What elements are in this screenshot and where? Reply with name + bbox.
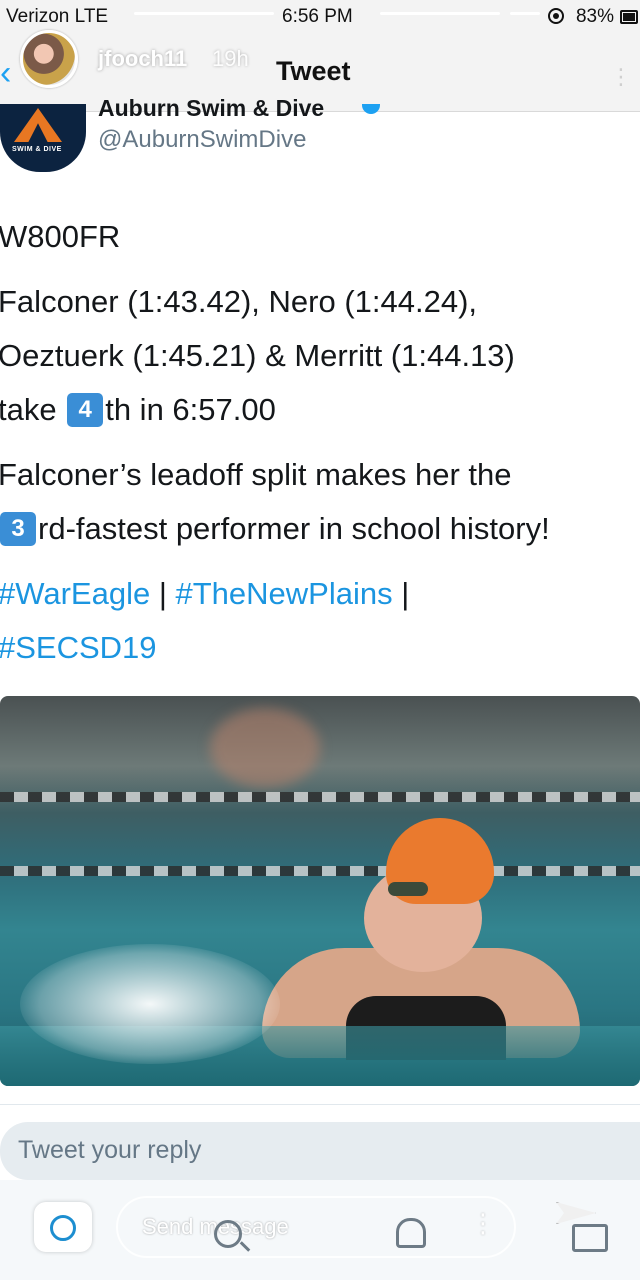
verified-badge-icon bbox=[362, 104, 380, 114]
back-chevron-icon[interactable]: ‹ bbox=[0, 54, 11, 93]
divider bbox=[0, 1104, 640, 1105]
lane-rope bbox=[0, 866, 640, 876]
more-icon[interactable]: ⋮ bbox=[610, 64, 632, 90]
reply-placeholder: Tweet your reply bbox=[18, 1136, 202, 1164]
keycap-three-icon: 3 bbox=[0, 512, 36, 546]
carrier-label: Verizon LTE bbox=[6, 6, 109, 27]
story-age: 19h bbox=[212, 46, 249, 71]
reply-input[interactable]: Tweet your reply bbox=[0, 1122, 640, 1180]
story-username[interactable]: jfooch11 bbox=[98, 46, 187, 72]
send-message-input[interactable]: Send message bbox=[116, 1196, 516, 1258]
story-progress-bar bbox=[380, 12, 500, 15]
status-time: 6:56 PM bbox=[282, 6, 353, 27]
goggles bbox=[388, 882, 428, 896]
more-options-icon[interactable]: ⋮ bbox=[470, 1208, 496, 1239]
logo-text: SWIM & DIVE bbox=[12, 146, 62, 153]
hashtag-line: #WarEagle | #TheNewPlains | #SECSD19 bbox=[0, 576, 410, 665]
water-splash bbox=[20, 944, 280, 1064]
author-name[interactable]: Auburn Swim & Dive bbox=[98, 98, 324, 118]
author-handle[interactable]: @AuburnSwimDive bbox=[98, 126, 306, 154]
tweet-line: Falconer (1:43.42), Nero (1:44.24), Oeztu… bbox=[0, 284, 515, 427]
tweet-line: Falconer’s leadoff split makes her the 3 r… bbox=[0, 457, 550, 546]
envelope-icon[interactable] bbox=[572, 1224, 608, 1252]
story-avatar[interactable] bbox=[20, 30, 78, 88]
tweet-text: W800FR Falconer (1:43.42), Nero (1:44.24… bbox=[0, 210, 638, 686]
battery-icon bbox=[620, 10, 638, 24]
tweet-line: W800FR bbox=[0, 219, 121, 254]
background-swimmer bbox=[210, 708, 320, 788]
auburn-logo-icon bbox=[14, 108, 62, 142]
hashtag-link[interactable]: #SECSD19 bbox=[0, 630, 157, 665]
status-bar: Verizon LTE 6:56 PM 83% bbox=[0, 0, 640, 34]
page-title: Tweet bbox=[276, 56, 351, 86]
story-progress-bar bbox=[134, 12, 274, 15]
author-avatar[interactable]: SWIM & DIVE bbox=[0, 104, 86, 172]
bottom-toolbar: Send message ⋮ bbox=[0, 1180, 640, 1280]
tweet-photo[interactable] bbox=[0, 696, 640, 1086]
story-progress-bar bbox=[510, 12, 540, 15]
battery-percent: 83% bbox=[575, 6, 614, 27]
hashtag-link[interactable]: #TheNewPlains bbox=[175, 576, 392, 611]
keycap-four-icon: 4 bbox=[67, 393, 104, 427]
lane-rope bbox=[0, 792, 640, 802]
camera-button[interactable] bbox=[34, 1202, 92, 1252]
rotation-lock-icon bbox=[548, 8, 564, 24]
bell-icon[interactable] bbox=[396, 1218, 426, 1248]
search-icon[interactable] bbox=[214, 1220, 242, 1248]
hashtag-link[interactable]: #WarEagle bbox=[0, 576, 150, 611]
share-arrow-icon[interactable] bbox=[556, 1202, 596, 1224]
